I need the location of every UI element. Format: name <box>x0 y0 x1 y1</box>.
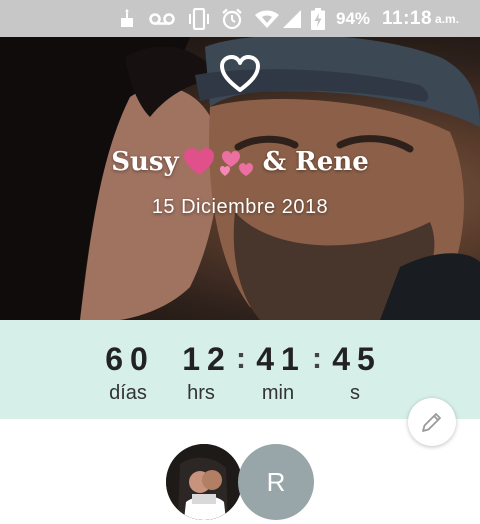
name-left: Susy <box>111 147 179 177</box>
alarm-icon <box>219 0 245 37</box>
event-date: 15 Diciembre 2018 <box>151 196 329 218</box>
countdown-separator: : <box>312 342 322 375</box>
hearts-emoji-icon <box>183 148 253 176</box>
countdown-seconds: 45 <box>332 341 382 377</box>
signal-icon <box>281 0 303 37</box>
status-bar: 94% 11:18 a.m. <box>0 0 480 37</box>
vibrate-icon <box>186 0 212 37</box>
avatar-photo-illustration <box>166 444 242 520</box>
countdown-days: 60 <box>105 341 155 377</box>
countdown-separator: : <box>236 342 246 375</box>
name-right: & Rene <box>262 147 369 177</box>
clock-time: 11:18 <box>382 7 433 29</box>
couple-names: Susy & Rene <box>0 145 480 179</box>
clock-ampm: a.m. <box>435 11 460 26</box>
guest-avatar-initial[interactable]: R <box>238 444 314 520</box>
wifi-icon <box>252 0 282 37</box>
minutes-label: min <box>261 382 295 404</box>
pencil-icon <box>422 413 441 432</box>
days-label: días <box>109 382 147 404</box>
battery-percent: 94% <box>335 8 371 28</box>
hours-label: hrs <box>187 382 215 404</box>
clock: 11:18 a.m. <box>382 0 474 37</box>
seconds-label: s <box>350 382 360 404</box>
heart-outline-icon <box>218 54 262 94</box>
cake-icon <box>117 0 137 37</box>
voicemail-icon <box>148 0 176 37</box>
battery-charging-icon <box>309 0 327 37</box>
countdown-hours: 12 <box>182 341 232 377</box>
countdown-minutes: 41 <box>256 341 306 377</box>
guest-avatar-photo[interactable] <box>166 444 242 520</box>
edit-button[interactable] <box>408 398 456 446</box>
